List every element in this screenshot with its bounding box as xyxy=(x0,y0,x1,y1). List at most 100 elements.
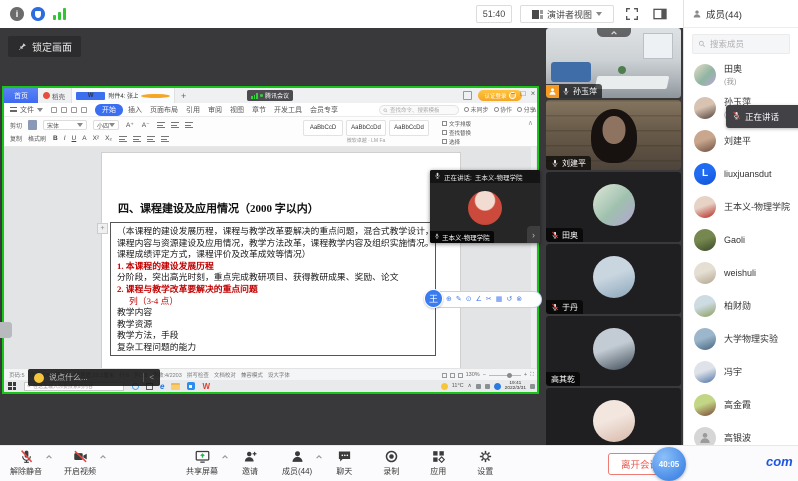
more-tool[interactable]: ⊗ xyxy=(516,296,522,303)
chevron-up-icon[interactable] xyxy=(315,453,323,461)
edge-browser-icon[interactable]: e xyxy=(160,382,164,391)
wps-action-未同步[interactable]: 未同步 xyxy=(464,105,489,114)
wps-tab-审阅[interactable]: 审阅 xyxy=(205,104,225,116)
wps-document-tab[interactable]: W 附件4: 张上..6 (兼容模式) xyxy=(71,88,175,103)
zoom-in-button[interactable]: + xyxy=(524,372,527,378)
tray-icon[interactable] xyxy=(476,384,481,389)
style-chip[interactable]: AaBbCcDd xyxy=(346,120,386,136)
format-button-X₂[interactable]: X₂ xyxy=(104,135,113,142)
lock-view-button[interactable]: 锁定画面 xyxy=(8,36,81,57)
toolbar-button-members[interactable]: 成员(44) xyxy=(282,449,312,477)
document-page[interactable]: + 四、课程建设及应用情况（2000 字以内） （本课程的建设发展历程，课程与教… xyxy=(102,153,460,368)
format-button-U[interactable]: U xyxy=(71,135,78,142)
start-button-icon[interactable] xyxy=(8,382,16,390)
format-button-I[interactable]: I xyxy=(63,135,67,142)
number-list-icon[interactable] xyxy=(171,122,179,128)
timer-bubble[interactable]: 40:05 xyxy=(652,447,686,481)
toolbar-button-apps[interactable]: 应用 xyxy=(423,449,453,477)
toolbar-button-share-screen[interactable]: 共享屏幕 xyxy=(186,449,218,477)
meeting-status-badge[interactable]: 腾讯会议 xyxy=(247,90,293,101)
annotation-toolbar[interactable]: 王 ⊕✎⊙∠✂▦↺⊗ xyxy=(428,291,542,308)
zoom-out-button[interactable]: − xyxy=(483,372,486,378)
wps-tab-开发工具[interactable]: 开发工具 xyxy=(271,104,305,116)
ribbon-tool-文字排版[interactable]: 文字排版 xyxy=(442,119,471,128)
format-painter-button[interactable]: 格式刷 xyxy=(28,134,46,143)
video-tile-田奥[interactable]: 田奥 xyxy=(546,172,681,242)
pointer-tool[interactable]: ⊕ xyxy=(446,296,452,303)
command-search-box[interactable]: 查找命令、搜索模板 xyxy=(379,105,459,115)
wps-action-协作[interactable]: 协作 xyxy=(494,105,513,114)
notification-icon[interactable] xyxy=(530,384,535,389)
style-chip[interactable]: AaBbCcDd xyxy=(389,120,429,136)
style-chip[interactable]: AaBbCcD xyxy=(303,120,343,136)
video-tile-孙玉萍[interactable]: 孙玉萍 xyxy=(546,28,681,98)
participant-row[interactable]: 柏财勋 xyxy=(684,289,798,322)
active-speaker-overlay[interactable]: 正在讲话: 王本义-物理学院 王本义-物理学院 › xyxy=(430,170,540,243)
grow-font-button[interactable]: A⁺ xyxy=(125,121,135,129)
chevron-up-icon[interactable] xyxy=(221,453,229,461)
web-view-icon[interactable] xyxy=(458,373,463,378)
wps-home-tab[interactable]: 首页 xyxy=(4,88,38,103)
collapse-filmstrip-button[interactable] xyxy=(597,28,631,37)
wps-tab-插入[interactable]: 插入 xyxy=(125,104,145,116)
participant-row[interactable]: 高金霞 xyxy=(684,388,798,421)
file-menu[interactable]: 文件 xyxy=(10,105,43,115)
font-size-select[interactable]: 小四 xyxy=(93,120,119,130)
tray-expand-icon[interactable]: ∧ xyxy=(468,383,472,389)
taskbar-clock[interactable]: 19:41 2022/3/31 xyxy=(505,381,526,392)
wps-tab-视图[interactable]: 视图 xyxy=(227,104,247,116)
member-search-input[interactable]: 搜索成员 xyxy=(692,34,790,54)
restore-button[interactable]: □ xyxy=(518,89,528,98)
wps-tab-开始[interactable]: 开始 xyxy=(95,104,123,116)
align-center-icon[interactable] xyxy=(133,136,141,142)
wps-taskbar-icon[interactable]: W xyxy=(202,382,210,391)
format-button-B[interactable]: B xyxy=(52,135,59,142)
align-right-icon[interactable] xyxy=(147,136,155,142)
pen-tool[interactable]: ✎ xyxy=(456,296,462,303)
zoom-slider[interactable] xyxy=(489,375,521,376)
collapse-danmaku-button[interactable]: < xyxy=(143,373,154,382)
toolbar-button-chat[interactable]: 聊天 xyxy=(329,449,359,477)
collapse-overlay-button[interactable]: › xyxy=(527,226,540,243)
new-tab-button[interactable]: + xyxy=(181,91,186,101)
emoji-icon[interactable] xyxy=(34,373,44,383)
meeting-info-icon[interactable]: i xyxy=(10,7,24,21)
participant-row[interactable]: Lliuxjuansdut xyxy=(684,157,798,190)
cut-button[interactable]: 剪切 xyxy=(10,121,22,130)
chevron-up-icon[interactable] xyxy=(99,453,107,461)
wps-tab-引用[interactable]: 引用 xyxy=(183,104,203,116)
tray-app-icon[interactable] xyxy=(494,383,501,390)
participant-row[interactable]: 刘建平 xyxy=(684,124,798,157)
security-shield-icon[interactable] xyxy=(31,7,45,21)
collapse-icon[interactable]: ∧ xyxy=(528,119,533,127)
video-tile-刘建平[interactable]: 刘建平 xyxy=(546,100,681,170)
wps-tab-会员专享[interactable]: 会员专享 xyxy=(307,104,341,116)
paragraph-widget-icon[interactable]: + xyxy=(97,223,108,234)
justify-icon[interactable] xyxy=(161,136,169,142)
wps-tab-页面布局[interactable]: 页面布局 xyxy=(147,104,181,116)
participant-row[interactable]: 高银波 xyxy=(684,421,798,445)
ribbon-tool-选择[interactable]: 选择 xyxy=(442,137,471,146)
participant-row[interactable]: 田奥(我) xyxy=(684,58,798,91)
format-button-A[interactable]: A xyxy=(81,135,87,142)
chevron-up-icon[interactable] xyxy=(45,453,53,461)
annotation-avatar-badge[interactable]: 王 xyxy=(424,289,443,308)
tray-icon[interactable] xyxy=(485,384,490,389)
shape-tool[interactable]: ∠ xyxy=(476,296,482,303)
format-button-X²[interactable]: X² xyxy=(92,135,101,142)
toolbar-button-invite[interactable]: 邀请 xyxy=(235,449,265,477)
participant-row[interactable]: Gaoli xyxy=(684,223,798,256)
weather-icon[interactable] xyxy=(441,383,448,390)
fit-page-icon[interactable]: ⛶ xyxy=(530,372,534,379)
outline-view-icon[interactable] xyxy=(450,373,455,378)
tencent-meeting-taskbar-icon[interactable] xyxy=(187,382,195,390)
bullet-list-icon[interactable] xyxy=(157,122,165,128)
board-tool[interactable]: ▦ xyxy=(496,296,503,303)
laser-tool[interactable]: ⊙ xyxy=(466,296,472,303)
wps-docer-tab[interactable]: 稻壳 xyxy=(43,91,65,101)
more-icon[interactable]: ⋮ xyxy=(525,106,532,114)
wps-tab-章节[interactable]: 章节 xyxy=(249,104,269,116)
close-button[interactable]: × xyxy=(528,89,538,98)
video-tile[interactable] xyxy=(546,388,681,445)
ribbon-tool-查找替换[interactable]: 查找替换 xyxy=(442,128,471,137)
